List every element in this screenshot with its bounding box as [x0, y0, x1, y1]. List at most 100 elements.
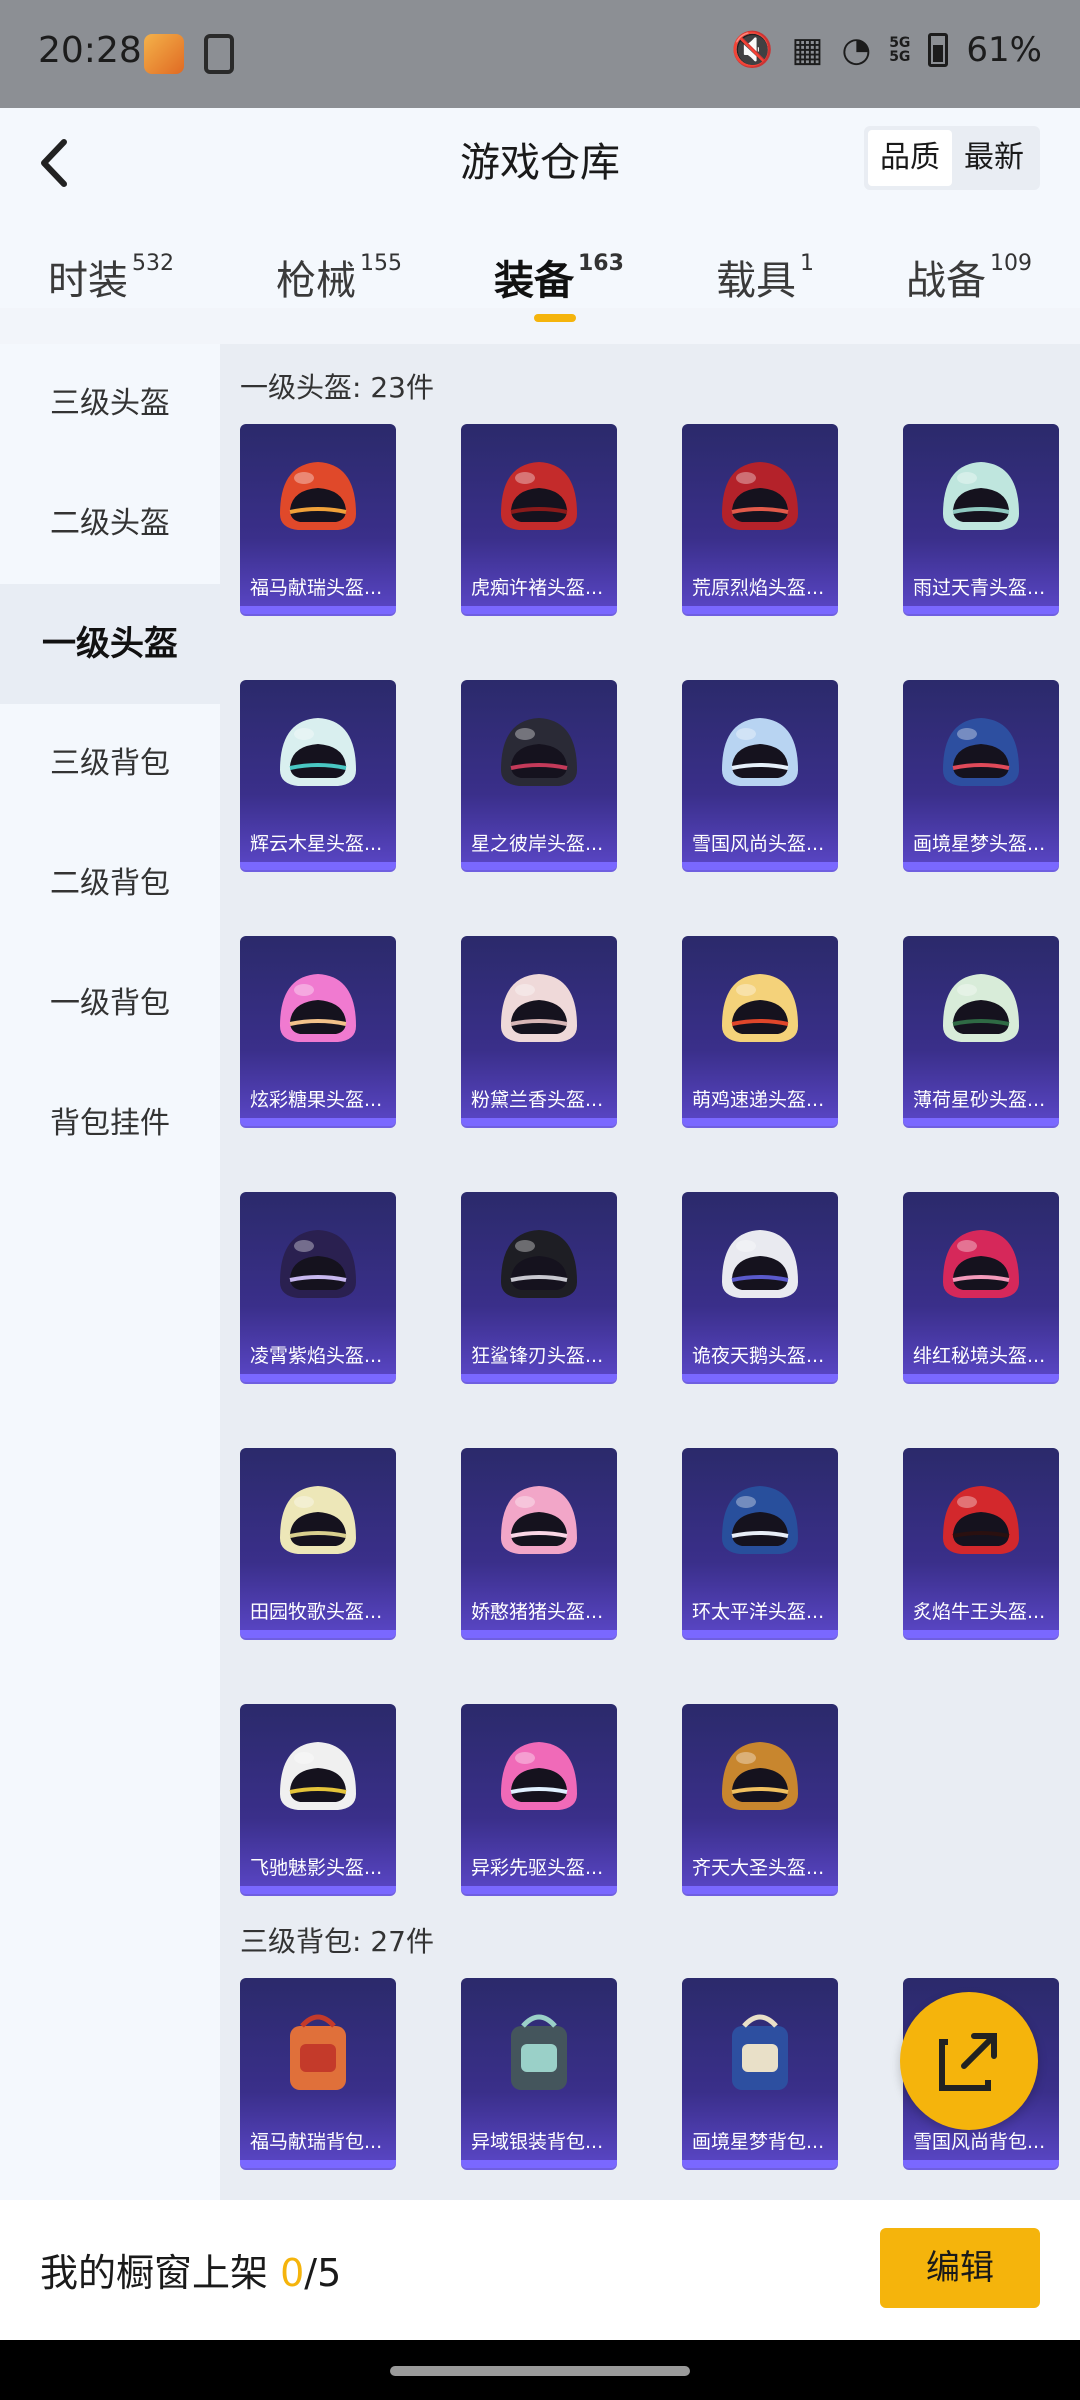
- item-name: 萌鸡速递头盔...: [692, 1089, 825, 1111]
- tab-vehicles[interactable]: 载具 1: [716, 248, 814, 318]
- card-rarity-strip: [903, 1374, 1059, 1382]
- card-rarity-strip: [903, 606, 1059, 614]
- item-name: 炙焰牛王头盔...: [913, 1601, 1046, 1623]
- helmet-card[interactable]: 画境星梦头盔...: [903, 680, 1059, 870]
- item-name: 雪国风尚背包...: [913, 2131, 1046, 2153]
- helmet-icon: [280, 974, 356, 1042]
- system-nav-bar: [0, 2340, 1080, 2400]
- helmet-card[interactable]: 雨过天青头盔...: [903, 424, 1059, 614]
- sidebar-item-backpack-3[interactable]: 三级背包: [0, 704, 220, 824]
- item-name: 飞驰魅影头盔...: [250, 1857, 383, 1879]
- card-rarity-strip: [682, 606, 838, 614]
- helmet-icon: [722, 974, 798, 1042]
- helmet-card[interactable]: 异彩先驱头盔...: [461, 1704, 617, 1894]
- tab-fashion[interactable]: 时装 532: [48, 248, 174, 318]
- item-name: 环太平洋头盔...: [692, 1601, 825, 1623]
- backpack-card[interactable]: 画境星梦背包...: [682, 1978, 838, 2168]
- helmet-icon: [722, 1742, 798, 1810]
- home-gesture-handle[interactable]: [390, 2366, 690, 2376]
- backpack-icon: [511, 2014, 567, 2090]
- sidebar-item-backpack-2[interactable]: 二级背包: [0, 824, 220, 944]
- tab-supplies[interactable]: 战备 109: [906, 248, 1032, 318]
- card-rarity-strip: [682, 2160, 838, 2168]
- tab-firearms[interactable]: 枪械 155: [276, 248, 402, 318]
- helmet-icon: [722, 1230, 798, 1298]
- helmet-card[interactable]: 雪国风尚头盔...: [682, 680, 838, 870]
- active-tab-indicator: [534, 314, 576, 322]
- item-name: 星之彼岸头盔...: [471, 833, 604, 855]
- card-rarity-strip: [682, 1118, 838, 1126]
- helmet-card[interactable]: 田园牧歌头盔...: [240, 1448, 396, 1638]
- item-name: 绯红秘境头盔...: [913, 1345, 1046, 1367]
- backpack-icon: [290, 2014, 346, 2090]
- share-fab-button[interactable]: [900, 1992, 1038, 2130]
- item-name: 田园牧歌头盔...: [250, 1601, 383, 1623]
- helmet-icon: [280, 1742, 356, 1810]
- helmet-card[interactable]: 荒原烈焰头盔...: [682, 424, 838, 614]
- card-rarity-strip: [903, 1118, 1059, 1126]
- item-name: 诡夜天鹅头盔...: [692, 1345, 825, 1367]
- backpack-icon: [732, 2014, 788, 2090]
- sidebar-item-helmet-1[interactable]: 一级头盔: [0, 584, 220, 704]
- helmet-icon: [943, 1486, 1019, 1554]
- helmet-icon: [501, 1742, 577, 1810]
- showcase-status: 我的橱窗上架 0/5: [40, 2251, 342, 2295]
- section-title-helmet-1: 一级头盔: 23件: [240, 371, 434, 404]
- tab-equipment[interactable]: 装备 163: [494, 248, 624, 318]
- item-name: 虎痴许褚头盔...: [471, 577, 604, 599]
- edit-button[interactable]: 编辑: [880, 2228, 1040, 2308]
- card-rarity-strip: [461, 2160, 617, 2168]
- item-name: 福马献瑞头盔...: [250, 577, 383, 599]
- card-rarity-strip: [461, 1118, 617, 1126]
- item-name: 荒原烈焰头盔...: [692, 577, 825, 599]
- helmet-card[interactable]: 炙焰牛王头盔...: [903, 1448, 1059, 1638]
- status-icons: 🔇 ▦ ◔ 5G 5G 61%: [731, 30, 1042, 70]
- item-name: 雪国风尚头盔...: [692, 833, 825, 855]
- helmet-card[interactable]: 辉云木星头盔...: [240, 680, 396, 870]
- mute-icon: 🔇: [731, 30, 774, 70]
- card-rarity-strip: [240, 1630, 396, 1638]
- sort-quality-button[interactable]: 品质: [868, 130, 952, 186]
- share-icon: [939, 2033, 997, 2091]
- helmet-card[interactable]: 飞驰魅影头盔...: [240, 1704, 396, 1894]
- sidebar-item-backpack-charm[interactable]: 背包挂件: [0, 1064, 220, 1184]
- helmet-card[interactable]: 炫彩糖果头盔...: [240, 936, 396, 1126]
- card-rarity-strip: [461, 1374, 617, 1382]
- backpack-card[interactable]: 异域银装背包...: [461, 1978, 617, 2168]
- helmet-card[interactable]: 福马献瑞头盔...: [240, 424, 396, 614]
- helmet-card[interactable]: 绯红秘境头盔...: [903, 1192, 1059, 1382]
- helmet-card[interactable]: 虎痴许褚头盔...: [461, 424, 617, 614]
- helmet-card[interactable]: 环太平洋头盔...: [682, 1448, 838, 1638]
- section-title-backpack-3: 三级背包: 27件: [240, 1925, 434, 1958]
- helmet-card[interactable]: 诡夜天鹅头盔...: [682, 1192, 838, 1382]
- helmet-card[interactable]: 齐天大圣头盔...: [682, 1704, 838, 1894]
- helmet-icon: [501, 1486, 577, 1554]
- sidebar-item-helmet-3[interactable]: 三级头盔: [0, 344, 220, 464]
- sort-latest-button[interactable]: 最新: [952, 130, 1036, 186]
- backpack-card[interactable]: 福马献瑞背包...: [240, 1978, 396, 2168]
- item-name: 画境星梦头盔...: [913, 833, 1046, 855]
- card-rarity-strip: [240, 1374, 396, 1382]
- helmet-icon: [501, 974, 577, 1042]
- helmet-card[interactable]: 萌鸡速递头盔...: [682, 936, 838, 1126]
- card-rarity-strip: [240, 1118, 396, 1126]
- helmet-card[interactable]: 粉黛兰香头盔...: [461, 936, 617, 1126]
- helmet-icon: [943, 974, 1019, 1042]
- helmet-card[interactable]: 凌霄紫焰头盔...: [240, 1192, 396, 1382]
- helmet-card[interactable]: 星之彼岸头盔...: [461, 680, 617, 870]
- item-name: 粉黛兰香头盔...: [471, 1089, 604, 1111]
- battery-icon: [928, 33, 949, 67]
- helmet-icon: [722, 1486, 798, 1554]
- item-name: 画境星梦背包...: [692, 2131, 825, 2153]
- card-rarity-strip: [682, 1630, 838, 1638]
- subcategory-sidebar: 三级头盔 二级头盔 一级头盔 三级背包 二级背包 一级背包 背包挂件: [0, 344, 220, 2200]
- item-name: 异彩先驱头盔...: [471, 1857, 604, 1879]
- item-name: 凌霄紫焰头盔...: [250, 1345, 383, 1367]
- sidebar-item-helmet-2[interactable]: 二级头盔: [0, 464, 220, 584]
- helmet-card[interactable]: 娇憨猪猪头盔...: [461, 1448, 617, 1638]
- helmet-card[interactable]: 狂鲨锋刃头盔...: [461, 1192, 617, 1382]
- card-rarity-strip: [461, 1886, 617, 1894]
- card-rarity-strip: [682, 1886, 838, 1894]
- helmet-card[interactable]: 薄荷星砂头盔...: [903, 936, 1059, 1126]
- sidebar-item-backpack-1[interactable]: 一级背包: [0, 944, 220, 1064]
